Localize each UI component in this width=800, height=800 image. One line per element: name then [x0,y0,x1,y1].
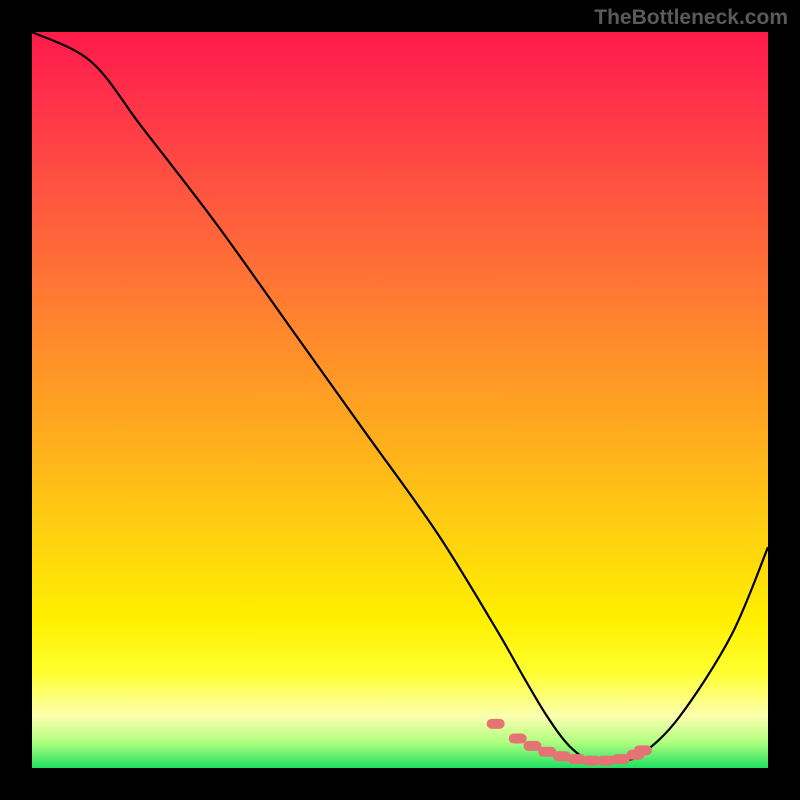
chart-svg [32,32,768,768]
highlight-markers [487,719,652,766]
highlight-marker [487,719,505,729]
plot-area [32,32,768,768]
highlight-marker [523,741,541,751]
bottleneck-curve-line [32,32,768,762]
watermark-text: TheBottleneck.com [594,6,788,30]
highlight-marker [509,734,527,744]
highlight-marker [634,745,652,755]
